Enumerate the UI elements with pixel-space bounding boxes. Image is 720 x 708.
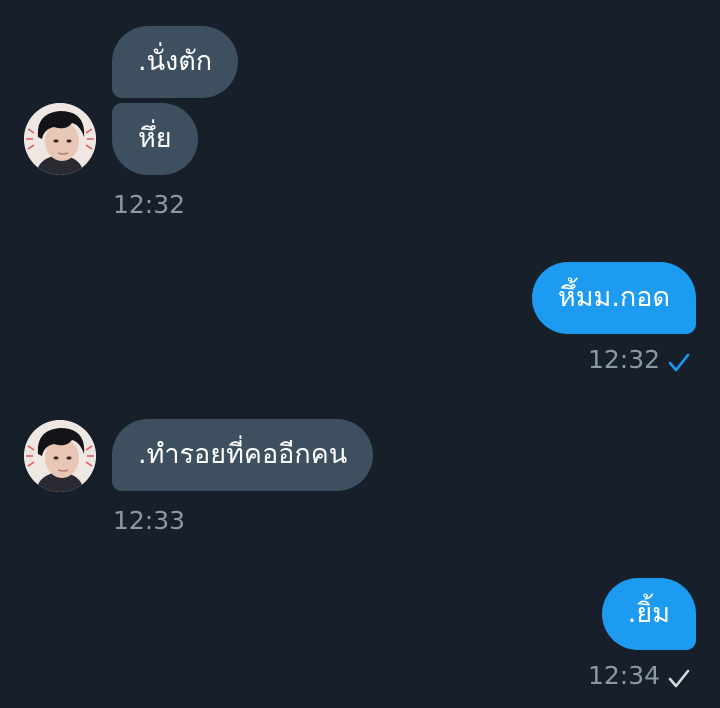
message-timestamp: 12:32 — [113, 190, 186, 219]
sent-check-icon — [668, 353, 690, 372]
avatar-photo — [24, 420, 96, 492]
message-timestamp: 12:32 — [587, 345, 660, 374]
seen-check-icon — [668, 669, 690, 688]
message-timestamp: 12:33 — [113, 506, 186, 535]
message-bubble-incoming[interactable]: .ทำรอยที่คออีกคน — [112, 419, 374, 491]
chat-thread: .นั่งตัก หึ่ย 12:32 หึ้มม.กอด 12:32 .ทำร… — [0, 0, 720, 708]
contact-avatar[interactable] — [24, 420, 96, 492]
message-bubble-outgoing[interactable]: หึ้มม.กอด — [531, 262, 696, 334]
contact-avatar[interactable] — [24, 103, 96, 175]
message-text: .ยิ้ม — [627, 598, 670, 629]
message-text: หึ่ย — [138, 123, 172, 154]
message-bubble-incoming[interactable]: หึ่ย — [112, 103, 198, 175]
message-timestamp: 12:34 — [587, 661, 660, 690]
message-text: หึ้มม.กอด — [557, 282, 670, 313]
message-text: .นั่งตัก — [138, 46, 213, 77]
message-bubble-incoming[interactable]: .นั่งตัก — [112, 26, 239, 98]
message-text: .ทำรอยที่คออีกคน — [138, 439, 348, 470]
avatar-photo — [24, 103, 96, 175]
message-bubble-outgoing[interactable]: .ยิ้ม — [601, 578, 696, 650]
